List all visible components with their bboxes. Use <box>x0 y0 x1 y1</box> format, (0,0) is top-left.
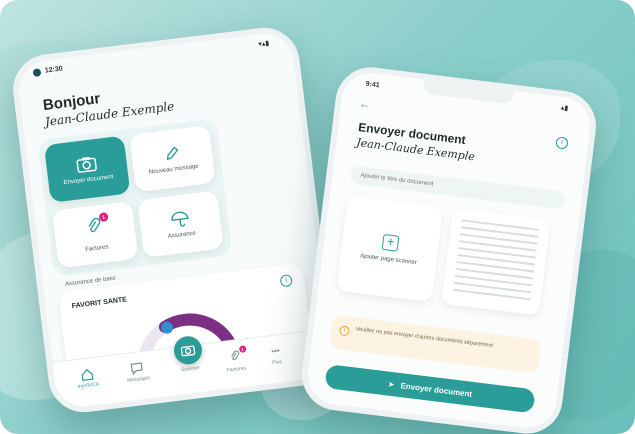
camera-dot <box>32 68 42 78</box>
send-document-button[interactable]: ➤ Envoyer document <box>324 364 536 414</box>
nav-label: Scanner <box>180 365 200 374</box>
notch <box>422 79 514 105</box>
add-page-button[interactable]: + Ajouter page scanner <box>336 195 444 303</box>
add-icon: + <box>381 233 400 252</box>
send-button-label: Envoyer document <box>400 380 473 399</box>
status-bar: 12:30 ▾▴▮ <box>16 30 292 83</box>
background-stage: 12:30 ▾▴▮ Bonjour Jean-Claude Exemple En… <box>0 0 635 434</box>
umbrella-icon <box>171 211 189 227</box>
phone-home: 12:30 ▾▴▮ Bonjour Jean-Claude Exemple En… <box>9 23 339 417</box>
chat-icon <box>130 362 144 376</box>
nav-plus[interactable]: ••• Plus <box>270 345 282 366</box>
home-icon <box>81 368 94 381</box>
pencil-icon <box>166 145 179 160</box>
tile-factures[interactable]: 1 Factures <box>51 201 139 269</box>
tile-envoyer-document[interactable]: Envoyer document <box>43 135 131 203</box>
send-icon: ➤ <box>387 379 396 389</box>
status-time: 9:41 <box>365 80 380 90</box>
nav-myvivca[interactable]: myVIVCA <box>76 367 100 390</box>
camera-icon <box>180 345 196 357</box>
home-screen: 12:30 ▾▴▮ Bonjour Jean-Claude Exemple En… <box>15 30 333 410</box>
phone-send-document: 9:41 ▴▮ ← i Envoyer document Jean-Claude… <box>297 63 601 434</box>
back-arrow-icon[interactable]: ← <box>358 98 370 111</box>
paperclip-icon <box>230 350 239 361</box>
info-notice: ! Veuillez ne pas envoyer d’autres docum… <box>329 314 542 374</box>
nav-label: Plus <box>271 358 283 367</box>
document-thumbnail[interactable] <box>441 208 551 316</box>
notification-badge: 1 <box>98 212 109 223</box>
tile-nouveau-message[interactable]: Nouveau message <box>129 125 216 193</box>
status-time: 12:30 <box>44 65 64 75</box>
info-icon[interactable]: i <box>279 274 293 288</box>
nav-factures[interactable]: 1 Factures <box>224 345 247 374</box>
warning-icon: ! <box>338 325 350 337</box>
info-text: Veuillez ne pas envoyer d’autres documen… <box>355 326 494 350</box>
nav-scanner[interactable]: Scanner <box>172 334 204 374</box>
tile-label: Assurance <box>167 229 197 240</box>
more-icon: ••• <box>270 346 281 357</box>
info-icon[interactable]: i <box>555 136 569 150</box>
tile-label: Envoyer document <box>63 173 114 186</box>
tile-label: Nouveau message <box>148 163 199 176</box>
send-screen: 9:41 ▴▮ ← i Envoyer document Jean-Claude… <box>304 70 594 431</box>
nav-messages[interactable]: Messages <box>125 361 150 384</box>
signal-icon: ▴▮ <box>560 104 569 113</box>
tile-label: Factures <box>84 244 109 254</box>
card-title: FAVORIT SANTE <box>71 296 128 311</box>
tile-assurance[interactable]: Assurance <box>137 190 224 258</box>
camera-icon <box>76 156 97 173</box>
signal-icon: ▾▴▮ <box>257 40 270 49</box>
notification-badge: 1 <box>238 345 247 354</box>
nav-label: Factures <box>226 365 247 374</box>
nav-label: myVIVCA <box>77 381 100 390</box>
add-page-label: Ajouter page scanner <box>359 253 418 267</box>
scanner-fab[interactable] <box>172 334 204 366</box>
nav-label: Messages <box>126 375 151 384</box>
document-preview <box>452 219 540 305</box>
